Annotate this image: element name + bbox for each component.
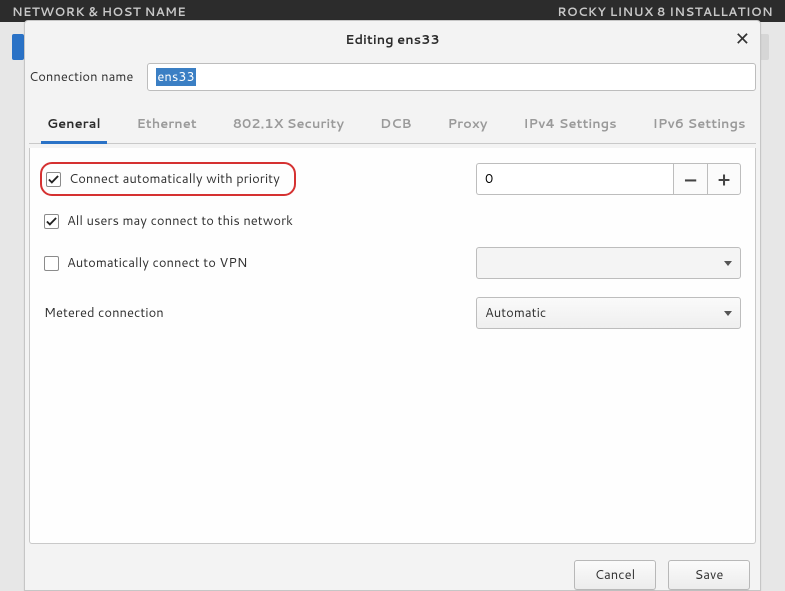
auto-vpn-checkbox[interactable]	[44, 256, 59, 271]
priority-value: 0	[485, 170, 493, 188]
edit-connection-dialog: Editing ens33 ✕ Connection name ens33 Ge…	[24, 20, 761, 591]
metered-select[interactable]: Automatic	[476, 297, 741, 329]
all-users-label: All users may connect to this network	[67, 212, 293, 230]
auto-priority-row: Connect automatically with priority 0 − …	[44, 162, 741, 196]
dialog-title: Editing ens33	[345, 31, 439, 49]
bg-accent-left	[12, 34, 24, 60]
spacer	[44, 338, 741, 535]
close-icon[interactable]: ✕	[735, 29, 750, 47]
metered-label: Metered connection	[44, 304, 164, 322]
tab-proxy[interactable]: Proxy	[430, 105, 506, 143]
tab-general[interactable]: General	[29, 105, 119, 143]
chevron-down-icon	[724, 311, 732, 316]
cancel-button[interactable]: Cancel	[574, 560, 656, 590]
tab-8021x-security[interactable]: 802.1X Security	[215, 105, 362, 143]
tabs-bar: General Ethernet 802.1X Security DCB Pro…	[29, 105, 756, 144]
highlight-annotation: Connect automatically with priority	[40, 162, 296, 196]
vpn-select-value	[485, 254, 489, 272]
auto-vpn-row: Automatically connect to VPN	[44, 246, 741, 280]
plus-icon: +	[718, 166, 730, 192]
auto-connect-label: Connect automatically with priority	[69, 170, 280, 188]
dialog-header: Editing ens33 ✕	[25, 21, 760, 57]
chevron-down-icon	[724, 261, 732, 266]
minus-icon: −	[683, 166, 698, 192]
check-icon	[48, 174, 59, 185]
bg-left-text: NETWORK & HOST NAME	[12, 3, 186, 19]
connection-name-row: Connection name ens33	[25, 57, 760, 97]
check-icon	[46, 216, 57, 227]
metered-row: Metered connection Automatic	[44, 296, 741, 330]
all-users-checkbox[interactable]	[44, 214, 59, 229]
priority-input[interactable]: 0	[476, 163, 673, 195]
priority-decrement-button[interactable]: −	[673, 163, 707, 195]
tab-ipv6-settings[interactable]: IPv6 Settings	[635, 105, 764, 143]
tab-ethernet[interactable]: Ethernet	[119, 105, 215, 143]
auto-connect-checkbox[interactable]	[46, 172, 61, 187]
connection-name-label: Connection name	[29, 68, 133, 86]
bg-right-text: ROCKY LINUX 8 INSTALLATION	[557, 3, 773, 19]
connection-name-input[interactable]: ens33	[147, 63, 756, 91]
background-installer-header: NETWORK & HOST NAME ROCKY LINUX 8 INSTAL…	[0, 0, 785, 22]
priority-increment-button[interactable]: +	[707, 163, 741, 195]
all-users-row: All users may connect to this network	[44, 204, 741, 238]
dialog-footer: Cancel Save	[25, 548, 760, 590]
general-panel: Connect automatically with priority 0 − …	[29, 148, 756, 544]
connection-name-value: ens33	[156, 68, 195, 86]
save-button[interactable]: Save	[668, 560, 750, 590]
vpn-select[interactable]	[476, 247, 741, 279]
tab-dcb[interactable]: DCB	[362, 105, 430, 143]
auto-vpn-label: Automatically connect to VPN	[67, 254, 247, 272]
metered-select-value: Automatic	[485, 304, 546, 322]
tab-ipv4-settings[interactable]: IPv4 Settings	[505, 105, 634, 143]
